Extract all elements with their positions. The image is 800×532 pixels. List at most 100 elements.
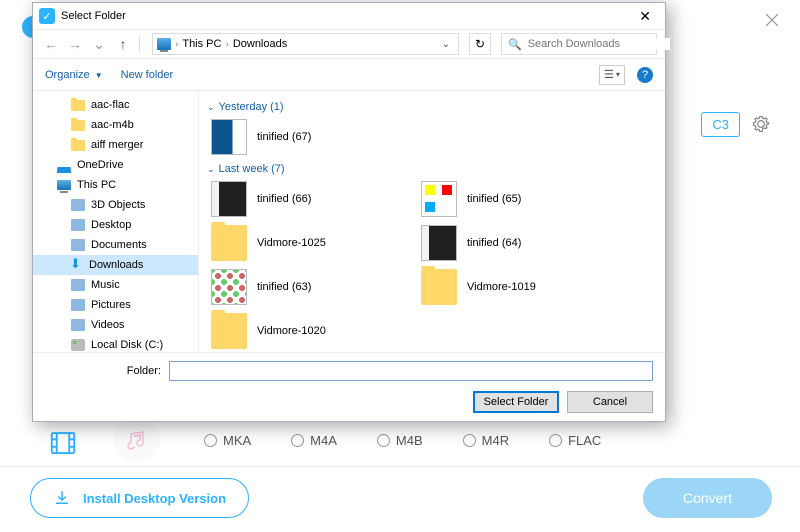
- tree-node-pictures[interactable]: Pictures: [33, 295, 198, 315]
- tree-node-label: Downloads: [89, 259, 143, 271]
- folder-icon: [421, 225, 457, 261]
- tree-node-downloads[interactable]: Downloads: [33, 255, 198, 275]
- group-header[interactable]: ⌄Last week (7): [207, 163, 661, 175]
- folder-tree[interactable]: aac-flac aac-m4baiff merger OneDrive This P…: [33, 91, 199, 352]
- tree-node-label: aac-flac: [91, 99, 130, 111]
- folder-icon: [421, 181, 457, 217]
- radio-label: M4R: [482, 433, 509, 448]
- folder-item-label: tinified (66): [257, 193, 311, 205]
- close-icon: [762, 10, 782, 30]
- tree-node-desktop[interactable]: Desktop: [33, 215, 198, 235]
- format-radio-m4a[interactable]: M4A: [291, 433, 337, 448]
- search-input[interactable]: [528, 38, 670, 50]
- search-box[interactable]: 🔍: [501, 33, 657, 55]
- tree-node-aac-m4b[interactable]: aac-m4b: [33, 115, 198, 135]
- dialog-titlebar: Select Folder ✕: [33, 3, 665, 29]
- tree-node-this-pc[interactable]: This PC: [33, 175, 198, 195]
- tree-node-local-disk-c-[interactable]: Local Disk (C:): [33, 335, 198, 352]
- radio-label: MKA: [223, 433, 251, 448]
- folder-field-label: Folder:: [45, 365, 161, 377]
- folder-content[interactable]: ⌄Yesterday (1) tinified (67) ⌄Last week (7…: [199, 91, 665, 352]
- tree-node-videos[interactable]: Videos: [33, 315, 198, 335]
- audio-format-tab[interactable]: [114, 417, 160, 463]
- convert-label: Convert: [683, 490, 732, 506]
- tree-node-label: Music: [91, 279, 120, 291]
- dialog-close-button[interactable]: ✕: [631, 6, 659, 27]
- dialog-footer: Folder: Select Folder Cancel: [33, 352, 665, 421]
- view-mode-button[interactable]: ☰▾: [599, 65, 625, 85]
- format-radio-flac[interactable]: FLAC: [549, 433, 601, 448]
- radio-label: M4B: [396, 433, 423, 448]
- folder-item-label: tinified (64): [467, 237, 521, 249]
- folder-item[interactable]: Vidmore-1019: [417, 265, 627, 309]
- video-format-tab[interactable]: [40, 420, 86, 466]
- tree-node-label: 3D Objects: [91, 199, 145, 211]
- group-header[interactable]: ⌄Yesterday (1): [207, 101, 661, 113]
- gen-icon: [71, 299, 85, 311]
- divider: [139, 36, 140, 52]
- cancel-button[interactable]: Cancel: [567, 391, 653, 413]
- folder-item[interactable]: Vidmore-1020: [207, 309, 417, 352]
- organize-button[interactable]: Organize ▼: [45, 69, 103, 81]
- folder-icon: [211, 269, 247, 305]
- install-desktop-button[interactable]: Install Desktop Version: [30, 478, 249, 518]
- group-title: Yesterday (1): [219, 101, 284, 113]
- nav-recent-button[interactable]: ⌄: [89, 34, 109, 54]
- folder-item[interactable]: tinified (63): [207, 265, 417, 309]
- tree-node-documents[interactable]: Documents: [33, 235, 198, 255]
- folder-icon: [211, 313, 247, 349]
- tree-node-music[interactable]: Music: [33, 275, 198, 295]
- breadcrumb[interactable]: › This PC › Downloads ⌄: [152, 33, 459, 55]
- tree-node-3d-objects[interactable]: 3D Objects: [33, 195, 198, 215]
- dl-icon: [71, 259, 83, 271]
- folder-name-input[interactable]: [169, 361, 653, 381]
- tree-node-aac-flac[interactable]: aac-flac: [33, 95, 198, 115]
- folder-item[interactable]: tinified (66): [207, 177, 417, 221]
- folder-item[interactable]: Vidmore-1025: [207, 221, 417, 265]
- nav-forward-button[interactable]: →: [65, 34, 85, 54]
- radio-icon: [377, 434, 390, 447]
- dialog-toolbar: Organize ▼ New folder ☰▾ ?: [33, 59, 665, 91]
- gen-icon: [71, 279, 85, 291]
- help-button[interactable]: ?: [637, 67, 653, 83]
- format-radio-m4b[interactable]: M4B: [377, 433, 423, 448]
- tree-node-label: OneDrive: [77, 159, 123, 171]
- folder-item[interactable]: tinified (64): [417, 221, 627, 265]
- music-icon: [125, 428, 149, 452]
- help-icon: ?: [642, 69, 648, 81]
- gen-icon: [71, 239, 85, 251]
- nav-back-button[interactable]: ←: [41, 34, 61, 54]
- install-desktop-label: Install Desktop Version: [83, 491, 226, 506]
- view-icon: ☰: [604, 68, 614, 81]
- dialog-body: aac-flac aac-m4baiff merger OneDrive This P…: [33, 91, 665, 352]
- select-folder-button[interactable]: Select Folder: [473, 391, 559, 413]
- radio-label: M4A: [310, 433, 337, 448]
- divider: [0, 466, 800, 467]
- folder-item[interactable]: tinified (67): [207, 115, 417, 159]
- convert-button[interactable]: Convert: [643, 478, 772, 518]
- settings-button[interactable]: [750, 113, 772, 135]
- nav-up-button[interactable]: ↑: [113, 34, 133, 54]
- folder-icon: [211, 119, 247, 155]
- format-row: C3: [701, 109, 772, 139]
- format-radio-m4r[interactable]: M4R: [463, 433, 509, 448]
- breadcrumb-dropdown[interactable]: ⌄: [438, 39, 454, 50]
- breadcrumb-root[interactable]: This PC: [182, 38, 221, 50]
- tree-node-aiff-merger[interactable]: aiff merger: [33, 135, 198, 155]
- chevron-down-icon: ⌄: [93, 36, 105, 53]
- dialog-app-icon: [39, 8, 55, 24]
- select-folder-dialog: Select Folder ✕ ← → ⌄ ↑ › This PC › Down…: [32, 2, 666, 422]
- tree-node-onedrive[interactable]: OneDrive: [33, 155, 198, 175]
- chevron-right-icon: ›: [173, 39, 180, 50]
- breadcrumb-current[interactable]: Downloads: [233, 38, 287, 50]
- tree-node-label: Local Disk (C:): [91, 339, 163, 351]
- format-radio-mka[interactable]: MKA: [204, 433, 251, 448]
- refresh-button[interactable]: ↻: [469, 33, 491, 55]
- new-folder-button[interactable]: New folder: [121, 69, 174, 81]
- app-close-button[interactable]: [758, 6, 786, 34]
- chevron-down-icon: ▾: [616, 70, 620, 79]
- folder-item[interactable]: tinified (65): [417, 177, 627, 221]
- fold-icon: [71, 140, 85, 151]
- format-selected[interactable]: C3: [701, 112, 740, 137]
- gear-icon: [751, 114, 771, 134]
